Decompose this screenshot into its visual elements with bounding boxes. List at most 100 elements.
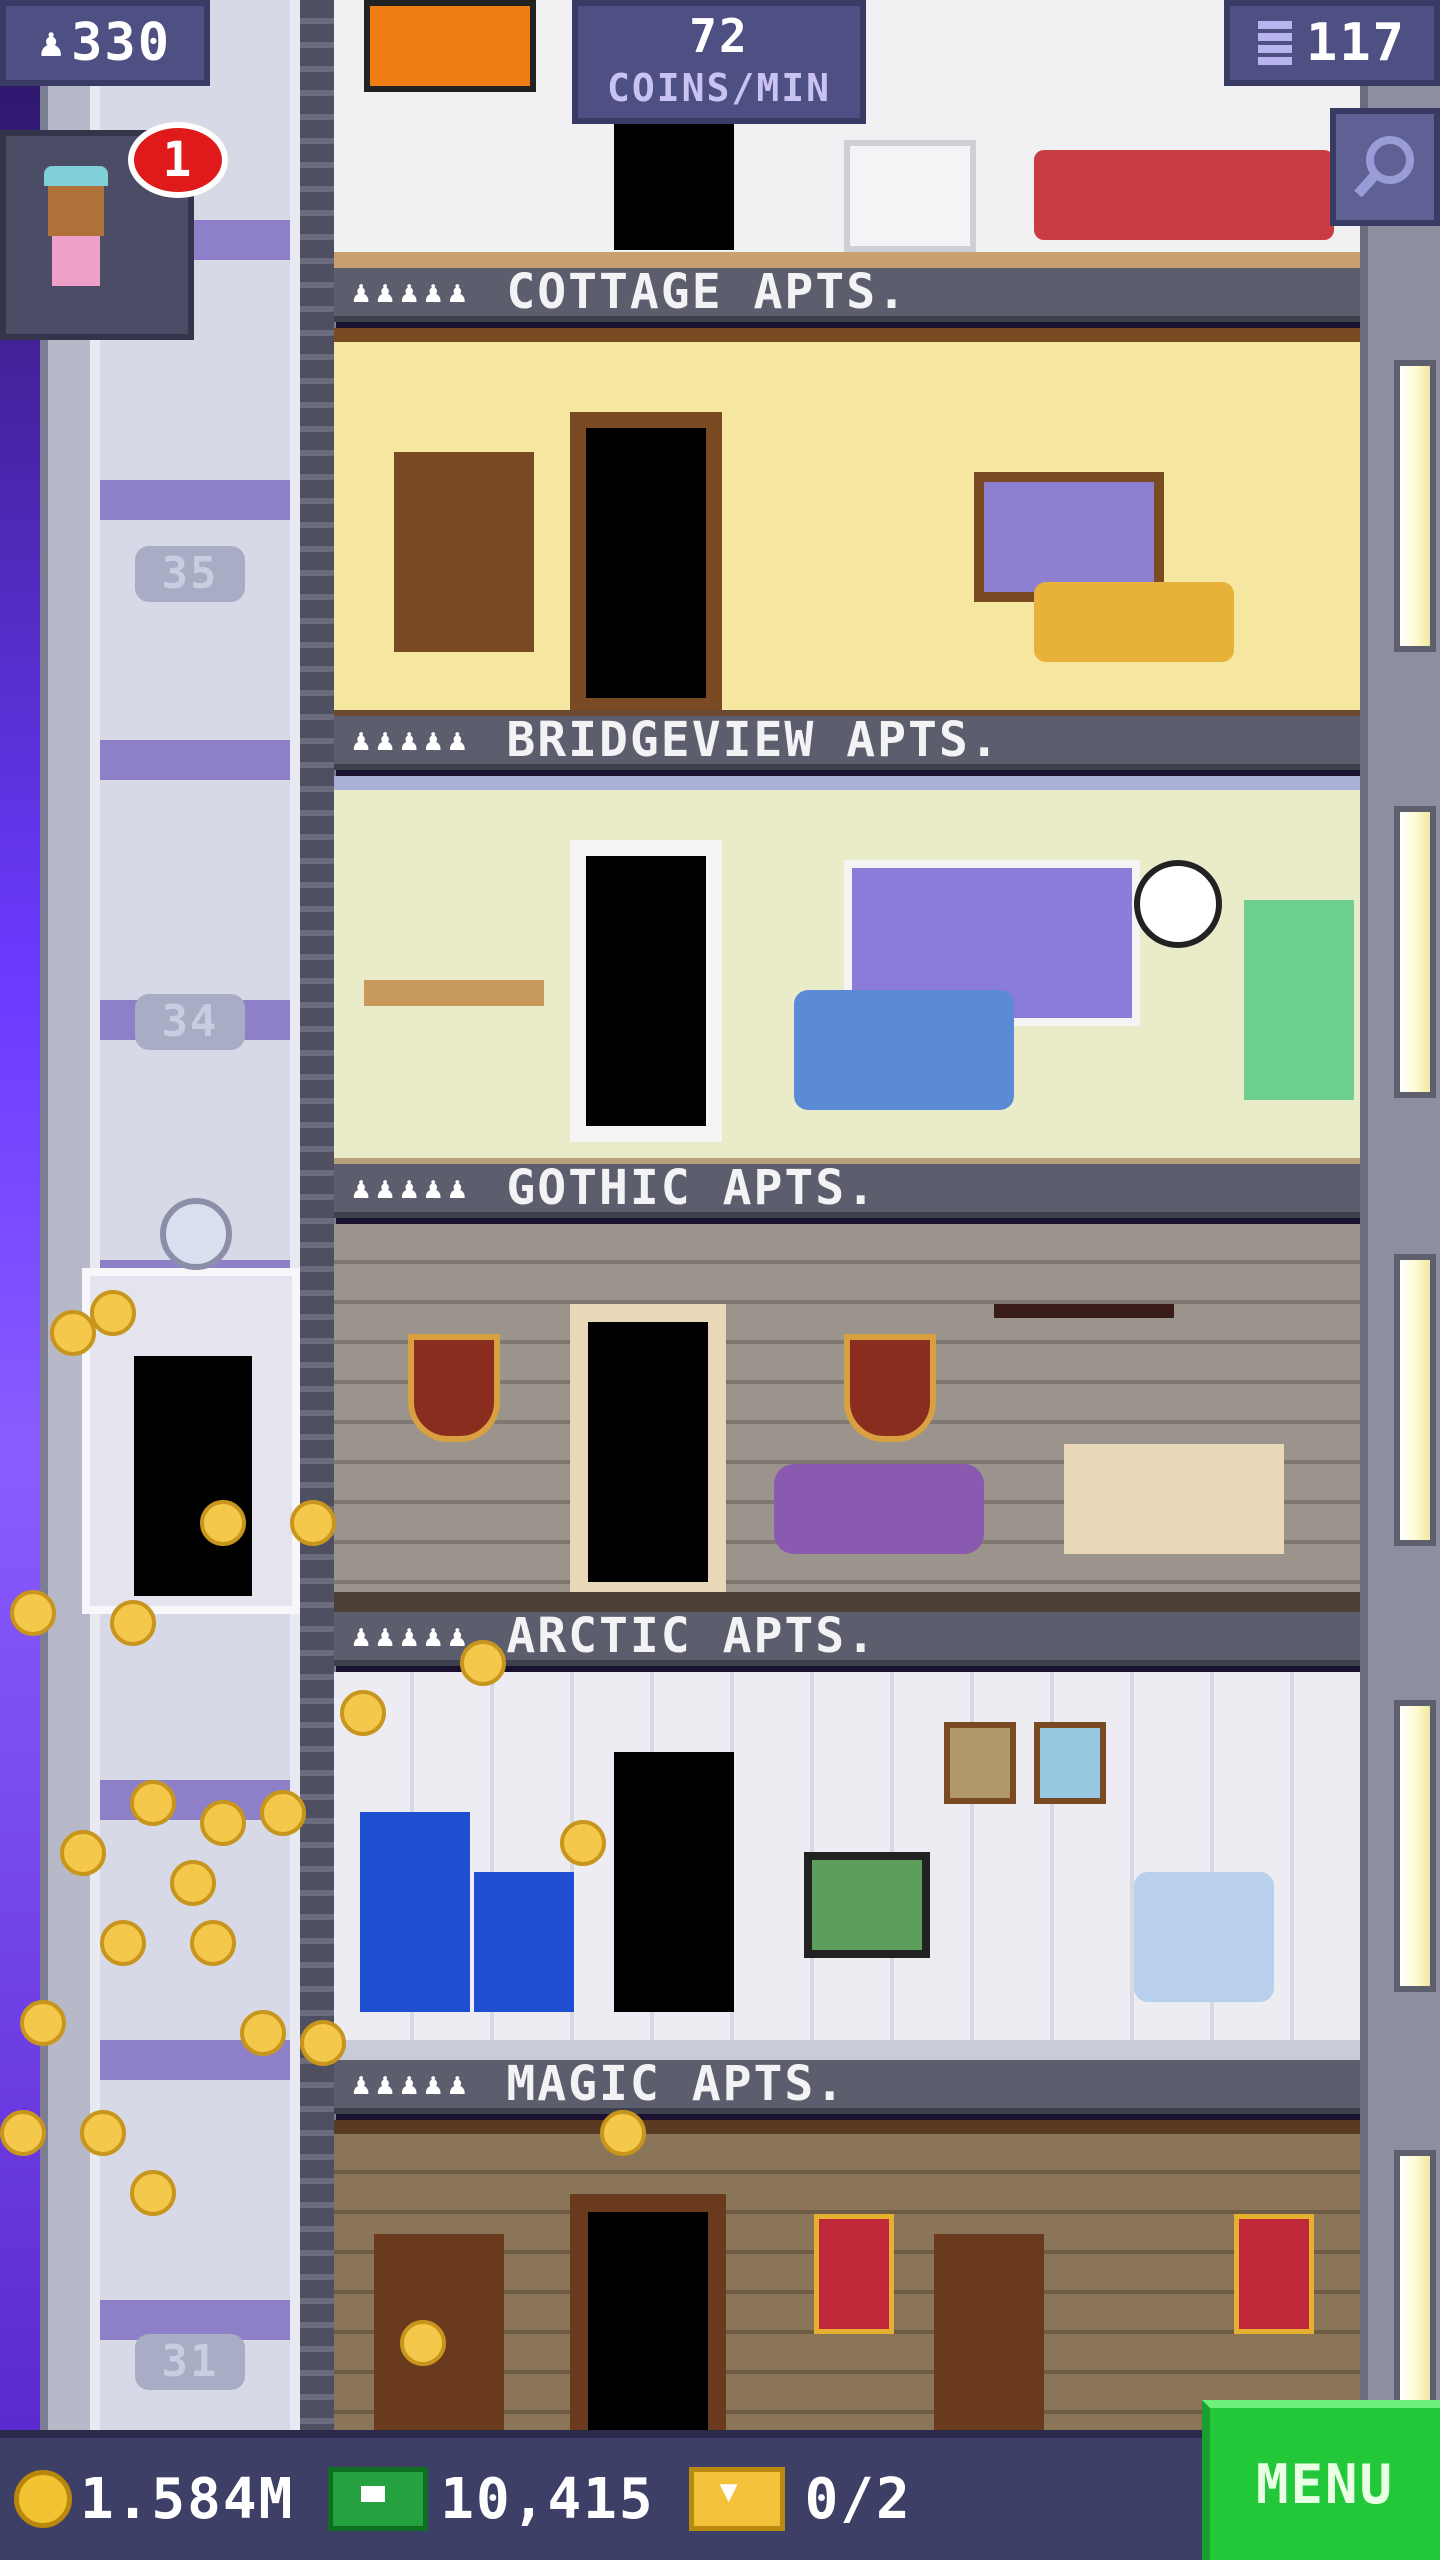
bux-value: 10,415 bbox=[440, 2466, 655, 2532]
floor-gothic[interactable]: ♟♟♟♟♟ GOTHIC APTS. bbox=[334, 1160, 1360, 1612]
room-interior bbox=[334, 776, 1360, 1178]
coin-icon[interactable] bbox=[110, 1600, 156, 1646]
painting bbox=[364, 0, 536, 92]
resident-stars: ♟♟♟♟♟ bbox=[352, 1170, 473, 1206]
room-interior bbox=[334, 1224, 1360, 1612]
population-counter[interactable]: ♟ 330 bbox=[0, 0, 210, 86]
window bbox=[1394, 1700, 1436, 1992]
visitor-avatar bbox=[36, 166, 116, 296]
coin-icon[interactable] bbox=[130, 1780, 176, 1826]
search-button[interactable] bbox=[1330, 108, 1440, 226]
baseboard bbox=[334, 2040, 1360, 2060]
floor-cottage[interactable]: ♟♟♟♟♟ COTTAGE APTS. bbox=[334, 264, 1360, 730]
room-interior bbox=[334, 2120, 1360, 2480]
window bbox=[1394, 360, 1436, 652]
floor-name: MAGIC APTS. bbox=[506, 2056, 847, 2112]
fireplace bbox=[1064, 1444, 1284, 1554]
coin-icon[interactable] bbox=[80, 2110, 126, 2156]
coin-icon[interactable] bbox=[200, 1500, 246, 1546]
shelf bbox=[364, 980, 544, 1006]
person-icon: ♟ bbox=[38, 20, 66, 66]
coins-balance[interactable]: 1.584M bbox=[0, 2467, 294, 2532]
shaft-floor-number-34: 34 bbox=[135, 994, 245, 1050]
coin-icon bbox=[14, 2470, 72, 2528]
coin-icon[interactable] bbox=[400, 2320, 446, 2366]
coin-icon[interactable] bbox=[560, 1820, 606, 1866]
coin-icon[interactable] bbox=[100, 1920, 146, 1966]
room-interior bbox=[334, 328, 1360, 730]
coin-icon[interactable] bbox=[190, 1920, 236, 1966]
magnifier-icon bbox=[1354, 136, 1414, 198]
tickets-counter[interactable]: 0/2 bbox=[688, 2466, 912, 2532]
bookshelf bbox=[934, 2234, 1044, 2444]
coin-icon[interactable] bbox=[460, 1640, 506, 1686]
fireplace bbox=[844, 140, 976, 252]
floor-name: GOTHIC APTS. bbox=[506, 1160, 878, 1216]
room-interior bbox=[334, 1672, 1360, 2060]
coin-icon[interactable] bbox=[300, 2020, 346, 2066]
coins-per-min-display[interactable]: 72 COINS/MIN bbox=[572, 0, 866, 124]
elevator-lamp-icon bbox=[160, 1198, 232, 1270]
floor-bridgeview[interactable]: ♟♟♟♟♟ BRIDGEVIEW APTS. bbox=[334, 712, 1360, 1178]
fridge bbox=[1244, 900, 1354, 1100]
floor-name: ARCTIC APTS. bbox=[506, 1608, 878, 1664]
doorway bbox=[614, 120, 734, 250]
resident-stars: ♟♟♟♟♟ bbox=[352, 2066, 473, 2102]
sofa bbox=[774, 1464, 984, 1554]
doorway bbox=[570, 1304, 726, 1600]
floor-sign: ♟♟♟♟♟ BRIDGEVIEW APTS. bbox=[334, 712, 1360, 770]
chandelier bbox=[994, 1244, 1174, 1318]
coin-icon[interactable] bbox=[240, 2010, 286, 2056]
coin-icon[interactable] bbox=[340, 1690, 386, 1736]
picture-frame bbox=[944, 1722, 1016, 1804]
coin-icon[interactable] bbox=[170, 1860, 216, 1906]
tower-right-wall bbox=[1360, 0, 1440, 2442]
banner-icon bbox=[814, 2214, 894, 2334]
doorway bbox=[570, 412, 722, 714]
shaft-floor-number-31: 31 bbox=[135, 2334, 245, 2390]
ticket-icon bbox=[688, 2467, 785, 2531]
coin-icon[interactable] bbox=[130, 2170, 176, 2216]
notification-badge: 1 bbox=[128, 122, 228, 198]
tickets-value: 0/2 bbox=[804, 2466, 912, 2532]
stove bbox=[474, 1872, 574, 2012]
coin-icon[interactable] bbox=[600, 2110, 646, 2156]
floor-name: BRIDGEVIEW APTS. bbox=[506, 712, 1001, 768]
coin-icon[interactable] bbox=[90, 1290, 136, 1336]
doorway bbox=[570, 840, 722, 1142]
coin-icon[interactable] bbox=[50, 1310, 96, 1356]
sofa bbox=[1034, 582, 1234, 662]
bux-balance[interactable]: 10,415 bbox=[328, 2467, 654, 2532]
population-value: 330 bbox=[71, 13, 171, 73]
resident-stars: ♟♟♟♟♟ bbox=[352, 722, 473, 758]
elevator-rail bbox=[300, 0, 334, 2430]
bookshelf bbox=[394, 452, 534, 652]
floor-sign: ♟♟♟♟♟ MAGIC APTS. bbox=[334, 2056, 1360, 2114]
resident-stars: ♟♟♟♟♟ bbox=[352, 1618, 473, 1654]
menu-button[interactable]: MENU bbox=[1202, 2400, 1440, 2560]
floors-counter[interactable]: 117 bbox=[1224, 0, 1440, 86]
shield-icon bbox=[844, 1334, 936, 1442]
floor-sign: ♟♟♟♟♟ GOTHIC APTS. bbox=[334, 1160, 1360, 1218]
coin-icon[interactable] bbox=[290, 1500, 336, 1546]
coin-icon[interactable] bbox=[10, 1590, 56, 1636]
coins-value: 1.584M bbox=[80, 2466, 295, 2532]
banner-icon bbox=[1234, 2214, 1314, 2334]
coin-icon[interactable] bbox=[260, 1790, 306, 1836]
building-icon bbox=[1258, 21, 1293, 65]
floor-sign: ♟♟♟♟♟ COTTAGE APTS. bbox=[334, 264, 1360, 322]
coin-icon[interactable] bbox=[200, 1800, 246, 1846]
coin-icon[interactable] bbox=[60, 1830, 106, 1876]
floor-name: COTTAGE APTS. bbox=[506, 264, 908, 320]
clock-icon bbox=[1134, 860, 1222, 948]
coin-icon[interactable] bbox=[0, 2110, 46, 2156]
coin-icon[interactable] bbox=[20, 2000, 66, 2046]
window bbox=[1394, 806, 1436, 1098]
sky-background bbox=[0, 0, 40, 2430]
bux-icon bbox=[328, 2467, 429, 2531]
window bbox=[1394, 1254, 1436, 1546]
fridge bbox=[360, 1812, 470, 2012]
elevator-door bbox=[134, 1356, 252, 1596]
coins-per-min-value: 72 bbox=[689, 9, 749, 63]
picture-frame bbox=[1034, 1722, 1106, 1804]
